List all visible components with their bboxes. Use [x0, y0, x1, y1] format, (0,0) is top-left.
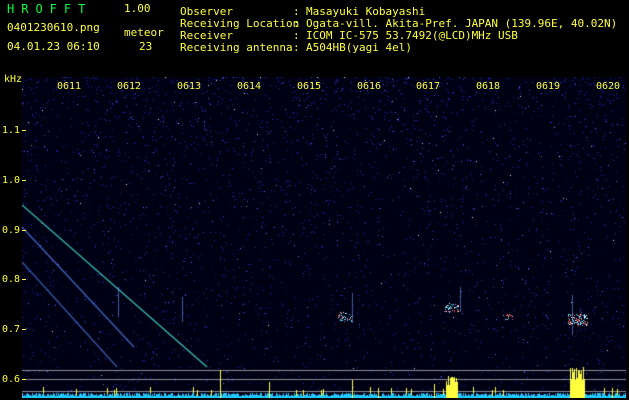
y-tick-mark	[22, 279, 26, 280]
y-tick-label: 0.7	[2, 324, 21, 335]
y-tick-mark	[22, 379, 26, 380]
meteor-label: meteor	[124, 26, 164, 39]
capture-datetime: 04.01.23 06:10	[7, 40, 100, 53]
meteor-count: 23	[139, 40, 153, 53]
x-tick-label: 0617	[416, 81, 441, 92]
x-tick-label: 0614	[237, 81, 262, 92]
y-axis-unit: kHz	[4, 74, 23, 85]
y-tick-label: 0.8	[2, 274, 21, 285]
antenna-value: A504HB(yagi 4el)	[306, 41, 412, 54]
y-tick-mark	[22, 180, 26, 181]
x-tick-label: 0613	[177, 81, 202, 92]
app-title: HROFFT	[7, 2, 93, 16]
x-tick-label: 0618	[476, 81, 501, 92]
x-tick-label: 0620	[596, 81, 621, 92]
y-tick-label: 1.0	[2, 175, 21, 186]
antenna-key: Receiving antenna	[180, 41, 293, 54]
y-tick-mark	[22, 230, 26, 231]
y-tick-mark	[22, 130, 26, 131]
file-name: 0401230610.png	[7, 21, 100, 34]
x-tick-label: 0611	[57, 81, 82, 92]
x-tick-label: 0612	[117, 81, 142, 92]
y-tick-label: 0.9	[2, 225, 21, 236]
y-tick-label: 1.1	[2, 125, 21, 136]
x-tick-label: 0616	[357, 81, 382, 92]
antenna-sep: :	[293, 41, 300, 54]
spectrogram	[22, 77, 626, 398]
y-tick-label: 0.6	[2, 374, 21, 385]
app-version: 1.00	[124, 2, 151, 15]
x-tick-label: 0615	[297, 81, 322, 92]
header-panel: HROFFT 1.00 0401230610.png meteor 04.01.…	[0, 0, 629, 72]
x-tick-label: 0619	[536, 81, 561, 92]
y-tick-mark	[22, 329, 26, 330]
